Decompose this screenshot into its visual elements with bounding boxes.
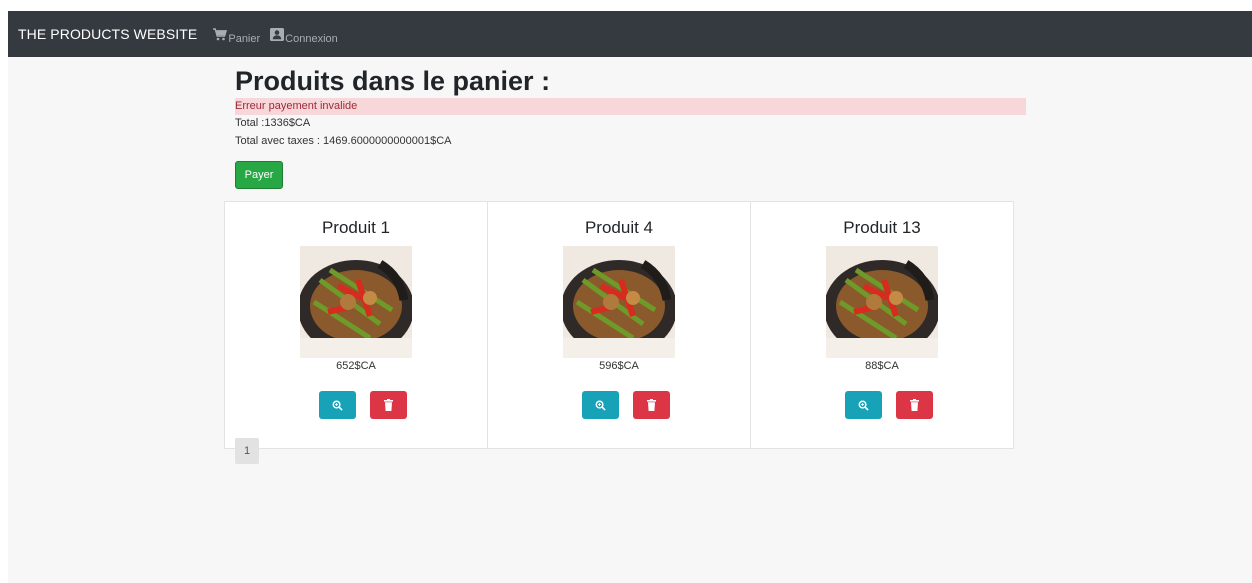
product-name: Produit 13 xyxy=(843,218,921,237)
product-list: Produit 1 652$CA Produit 4 596$CA Produi… xyxy=(224,201,1014,449)
nav-link-label: Panier xyxy=(228,32,261,45)
total-text: Total :1336$CA xyxy=(235,117,311,129)
zoom-in-icon xyxy=(595,400,606,411)
pay-button[interactable]: Payer xyxy=(235,161,283,189)
zoom-in-icon xyxy=(332,400,343,411)
cart-icon xyxy=(213,27,228,40)
product-card: Produit 4 596$CA xyxy=(488,201,751,449)
product-image[interactable] xyxy=(300,246,412,358)
navbar: THE PRODUCTS WEBSITE Panier Connexion xyxy=(8,11,1252,57)
view-product-button[interactable] xyxy=(319,391,356,419)
delete-product-button[interactable] xyxy=(633,391,670,419)
product-price: 596$CA xyxy=(599,360,639,372)
trash-icon xyxy=(647,399,656,411)
product-name: Produit 1 xyxy=(321,218,391,237)
product-name: Produit 4 xyxy=(584,218,654,237)
product-price: 652$CA xyxy=(336,360,376,372)
contact-card-icon xyxy=(270,27,285,41)
error-alert: Erreur payement invalide xyxy=(235,98,1026,115)
product-card: Produit 13 88$CA xyxy=(751,201,1014,449)
product-card: Produit 1 652$CA xyxy=(224,201,488,449)
page-title: Produits dans le panier : xyxy=(235,66,551,96)
product-price: 88$CA xyxy=(865,360,899,372)
pagination-page-1[interactable]: 1 xyxy=(235,438,259,464)
nav-link-label: Connexion xyxy=(285,32,338,45)
trash-icon xyxy=(384,399,393,411)
brand-title[interactable]: THE PRODUCTS WEBSITE xyxy=(18,26,197,42)
product-image[interactable] xyxy=(826,246,938,358)
nav-link-panier[interactable]: Panier xyxy=(213,27,260,45)
cart-content: Produits dans le panier : Erreur payemen… xyxy=(235,63,1035,189)
delete-product-button[interactable] xyxy=(896,391,933,419)
view-product-button[interactable] xyxy=(582,391,619,419)
zoom-in-icon xyxy=(858,400,869,411)
trash-icon xyxy=(910,399,919,411)
nav-link-connexion[interactable]: Connexion xyxy=(270,27,338,45)
delete-product-button[interactable] xyxy=(370,391,407,419)
view-product-button[interactable] xyxy=(845,391,882,419)
product-image[interactable] xyxy=(563,246,675,358)
page-frame: THE PRODUCTS WEBSITE Panier Connexion Pr… xyxy=(8,11,1252,583)
total-with-taxes-text: Total avec taxes : 1469.6000000000001$CA xyxy=(235,135,452,147)
